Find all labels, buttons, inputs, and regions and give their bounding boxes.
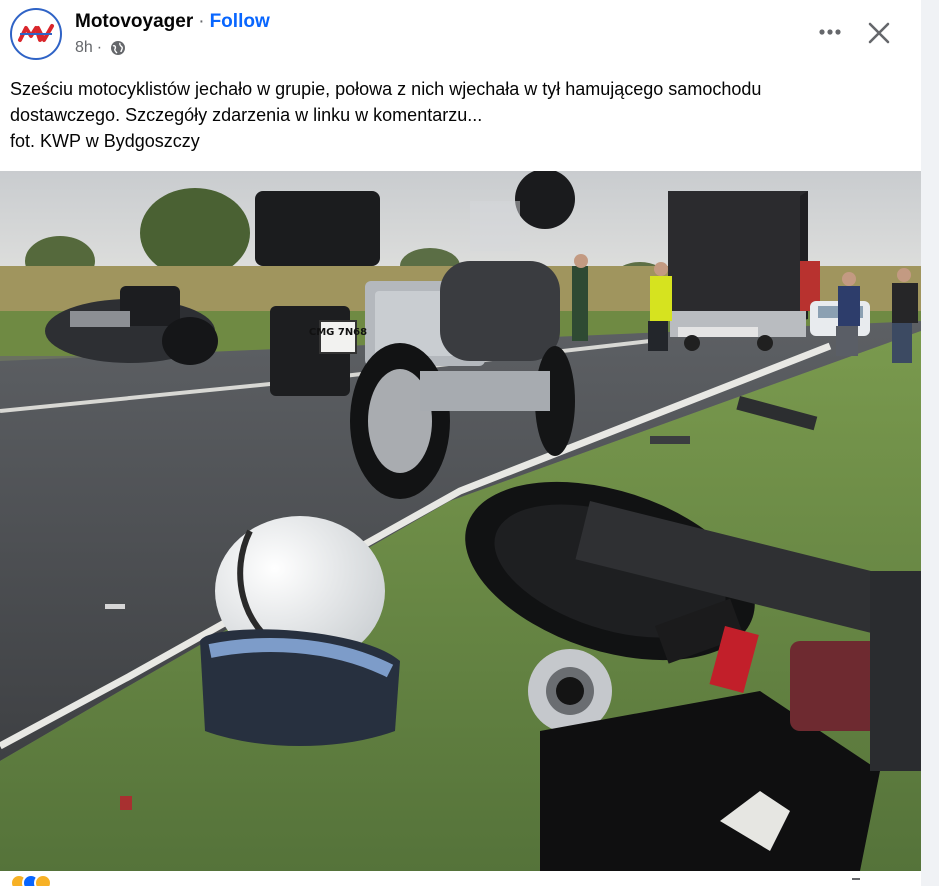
post-text-line: Sześciu motocyklistów jechało w grupie, … [10,79,762,99]
comment-indicator-icon [852,878,860,884]
time-separator: · [96,39,103,56]
follow-button[interactable]: Follow [210,11,270,32]
post-text-line: dostawczego. Szczegóły zdarzenia w linku… [10,105,483,125]
post-photo[interactable]: CMG 7N68 [0,171,921,871]
motovoyager-logo-icon [18,24,54,42]
close-button[interactable] [860,14,898,52]
license-plate-line-1: CMG 7N68 [309,327,367,338]
close-icon [868,22,890,44]
wow-reaction-icon [34,874,52,886]
more-dots-icon [819,29,841,35]
page-avatar[interactable] [10,8,62,60]
name-separator: · [198,11,205,32]
post-message: Sześciu motocyklistów jechało w grupie, … [10,76,910,154]
feed-background-strip [921,0,939,886]
more-options-button[interactable] [810,16,850,48]
page-name-link[interactable]: Motovoyager [75,11,193,32]
post-header: Motovoyager · Follow 8h · [0,0,921,70]
post-timestamp[interactable]: 8h [75,38,93,58]
post-meta-row: 8h · [75,38,126,58]
post-card: Motovoyager · Follow 8h · Sześciu motocy… [0,0,921,886]
reaction-summary[interactable] [10,874,52,886]
accident-photo-illustration: CMG 7N68 [0,171,921,871]
post-text-line: fot. KWP w Bydgoszczy [10,131,200,151]
globe-icon[interactable] [110,40,126,56]
post-author-row: Motovoyager · Follow [75,10,270,34]
